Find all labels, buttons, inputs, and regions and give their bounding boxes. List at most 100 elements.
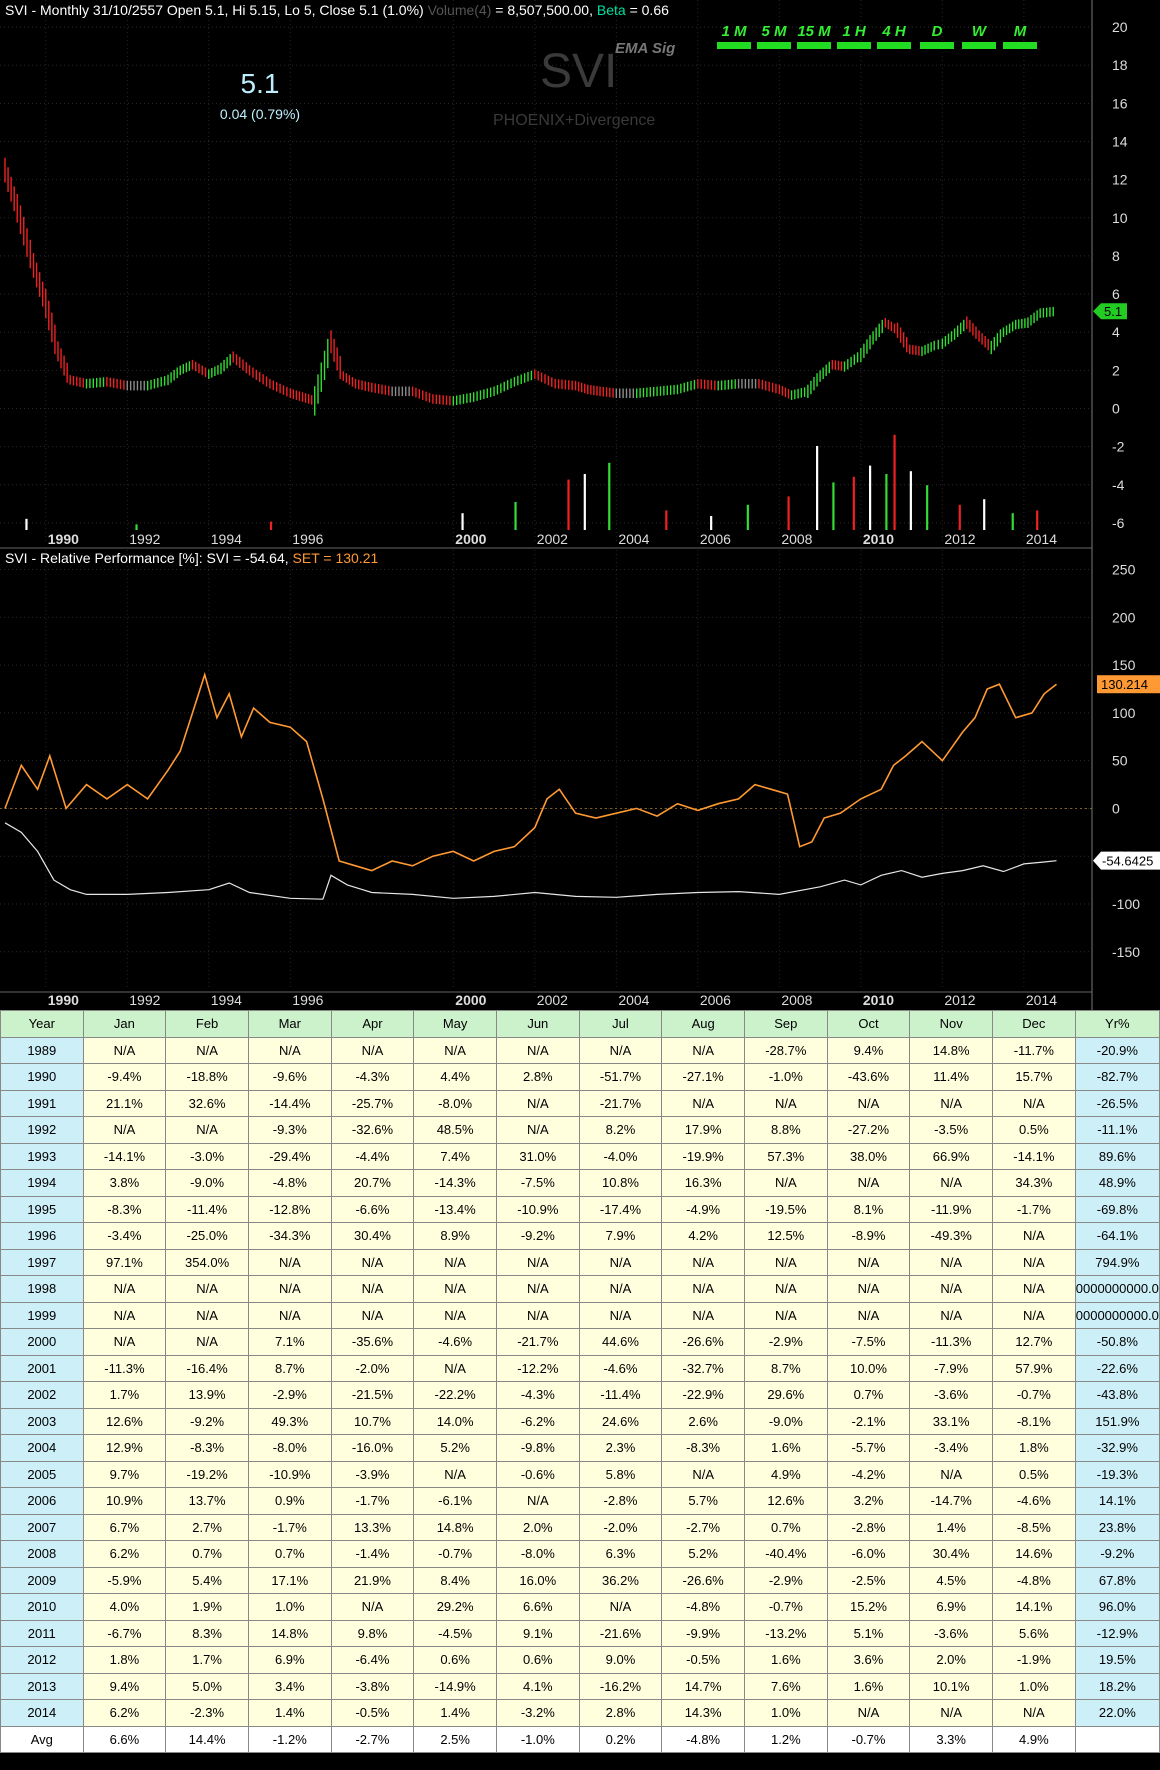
table-row: 2014 6.2% -2.3% 1.4% -0.5% 1.4% -3.2% 2.8% 14.3%… [0, 1699, 1160, 1727]
month-return-cell: -4.8% [661, 1593, 745, 1621]
month-return-cell: 8.9% [413, 1222, 497, 1250]
month-return-cell: N/A [826, 1301, 911, 1329]
year-cell: 2013 [0, 1672, 84, 1700]
month-return-cell: 9.1% [495, 1619, 580, 1647]
month-return-cell: 2.0% [909, 1646, 993, 1674]
year-cell: 1993 [0, 1142, 84, 1170]
x-tick-label: 2000 [455, 531, 486, 547]
y-tick-label: 4 [1112, 324, 1120, 340]
x-tick-label: 2010 [863, 531, 894, 547]
month-return-cell: -49.3% [909, 1222, 993, 1250]
year-return-cell: 18.2% [1074, 1672, 1160, 1700]
volume-bar [787, 496, 790, 530]
year-return-cell: 0000000000.0 [1074, 1301, 1160, 1329]
table-row: 2002 1.7% 13.9% -2.9% -21.5% -22.2% -4.3% -11.4… [0, 1381, 1160, 1409]
month-return-cell: 6.9% [247, 1646, 332, 1674]
timeframe-d[interactable]: D [920, 24, 954, 49]
timeframe-m[interactable]: M [1003, 24, 1037, 49]
volume-bar [893, 434, 896, 530]
month-return-cell: -19.2% [165, 1460, 249, 1488]
month-return-cell: -9.3% [247, 1116, 332, 1144]
month-return-cell: 8.2% [578, 1116, 663, 1144]
month-return-cell: 48.5% [413, 1116, 497, 1144]
month-return-cell: N/A [413, 1460, 497, 1488]
monthly-returns-table: Year Jan Feb Mar Apr May Jun Jul Aug Sep Oct Nov Dec… [0, 1010, 1160, 1753]
timeframe-1m[interactable]: 1 M [717, 24, 751, 49]
year-cell: 2011 [0, 1619, 84, 1647]
month-return-cell: -11.7% [992, 1036, 1076, 1064]
timeframe-5m[interactable]: 5 M [757, 24, 791, 49]
year-return-cell: 89.6% [1074, 1142, 1160, 1170]
month-return-cell: 30.4% [909, 1540, 993, 1568]
volume-bar [746, 504, 749, 530]
month-return-cell: -35.6% [330, 1328, 415, 1356]
y-tick-label: 12 [1112, 172, 1128, 188]
year-return-cell: 14.1% [1074, 1487, 1160, 1515]
month-return-cell: -34.3% [247, 1222, 332, 1250]
year-cell: 2004 [0, 1434, 84, 1462]
month-return-cell: N/A [909, 1301, 993, 1329]
x-tick-label: 1992 [129, 531, 160, 547]
indicator-watermark: PHOENIX+Divergence [493, 112, 656, 129]
y-tick-label: 18 [1112, 57, 1128, 73]
month-return-cell: N/A [992, 1275, 1076, 1303]
x-tick-label: 1994 [211, 531, 242, 547]
timeframe-4h[interactable]: 4 H [877, 24, 911, 49]
month-return-cell: 10.9% [82, 1487, 167, 1515]
month-return-cell: N/A [661, 1036, 745, 1064]
column-header: Jul [578, 1010, 663, 1038]
month-return-cell: -3.8% [330, 1672, 415, 1700]
year-return-cell: 0000000000.0 [1074, 1275, 1160, 1303]
month-return-cell: -26.6% [661, 1328, 745, 1356]
timeframe-15m[interactable]: 15 M [797, 24, 831, 49]
month-return-cell: 6.7% [82, 1513, 167, 1541]
month-return-cell: -1.9% [992, 1646, 1076, 1674]
month-return-cell: -4.8% [247, 1169, 332, 1197]
volume-label: Volume(4) [427, 2, 492, 18]
year-return-cell [1074, 1725, 1160, 1753]
year-return-cell: -9.2% [1074, 1540, 1160, 1568]
month-return-cell: -27.1% [661, 1063, 745, 1091]
month-return-cell: 7.4% [413, 1142, 497, 1170]
month-return-cell: -2.8% [578, 1487, 663, 1515]
year-cell: 2007 [0, 1513, 84, 1541]
year-cell: 2012 [0, 1646, 84, 1674]
month-return-cell: -1.7% [330, 1487, 415, 1515]
volume-bar [461, 513, 464, 530]
month-return-cell: -9.6% [247, 1063, 332, 1091]
month-return-cell: 12.6% [82, 1407, 167, 1435]
year-cell: 2002 [0, 1381, 84, 1409]
month-return-cell: -2.9% [743, 1328, 828, 1356]
year-cell: 2003 [0, 1407, 84, 1435]
table-row: 2011 -6.7% 8.3% 14.8% 9.8% -4.5% 9.1% -21.6% -9.… [0, 1619, 1160, 1647]
month-return-cell: -7.9% [909, 1354, 993, 1382]
timeframe-1h[interactable]: 1 H [837, 24, 871, 49]
y-tick-label: 100 [1112, 705, 1136, 721]
month-return-cell: 1.8% [992, 1434, 1076, 1462]
column-header: Feb [165, 1010, 249, 1038]
y-tick-label: -6 [1112, 515, 1125, 531]
month-return-cell: 0.2% [578, 1725, 663, 1753]
month-return-cell: -8.3% [82, 1195, 167, 1223]
month-return-cell: 2.7% [165, 1513, 249, 1541]
beta-value: = 0.66 [629, 2, 669, 18]
year-return-cell: -32.9% [1074, 1434, 1160, 1462]
month-return-cell: 5.8% [578, 1460, 663, 1488]
month-return-cell: 38.0% [826, 1142, 911, 1170]
month-return-cell: -29.4% [247, 1142, 332, 1170]
year-return-cell: 48.9% [1074, 1169, 1160, 1197]
month-return-cell: N/A [165, 1036, 249, 1064]
year-cell: Avg [0, 1725, 84, 1753]
x-tick-label: 2008 [781, 531, 812, 547]
month-return-cell: 4.2% [661, 1222, 745, 1250]
timeframe-label: M [1013, 23, 1027, 40]
month-return-cell: -10.9% [495, 1195, 580, 1223]
y-tick-label: 200 [1112, 609, 1136, 625]
month-return-cell: 2.5% [413, 1725, 497, 1753]
month-return-cell: -13.4% [413, 1195, 497, 1223]
timeframe-w[interactable]: W [962, 24, 996, 49]
volume-bar [909, 471, 912, 530]
month-return-cell: -3.2% [495, 1699, 580, 1727]
month-return-cell: N/A [909, 1275, 993, 1303]
big-price: 5.1 [240, 68, 280, 99]
